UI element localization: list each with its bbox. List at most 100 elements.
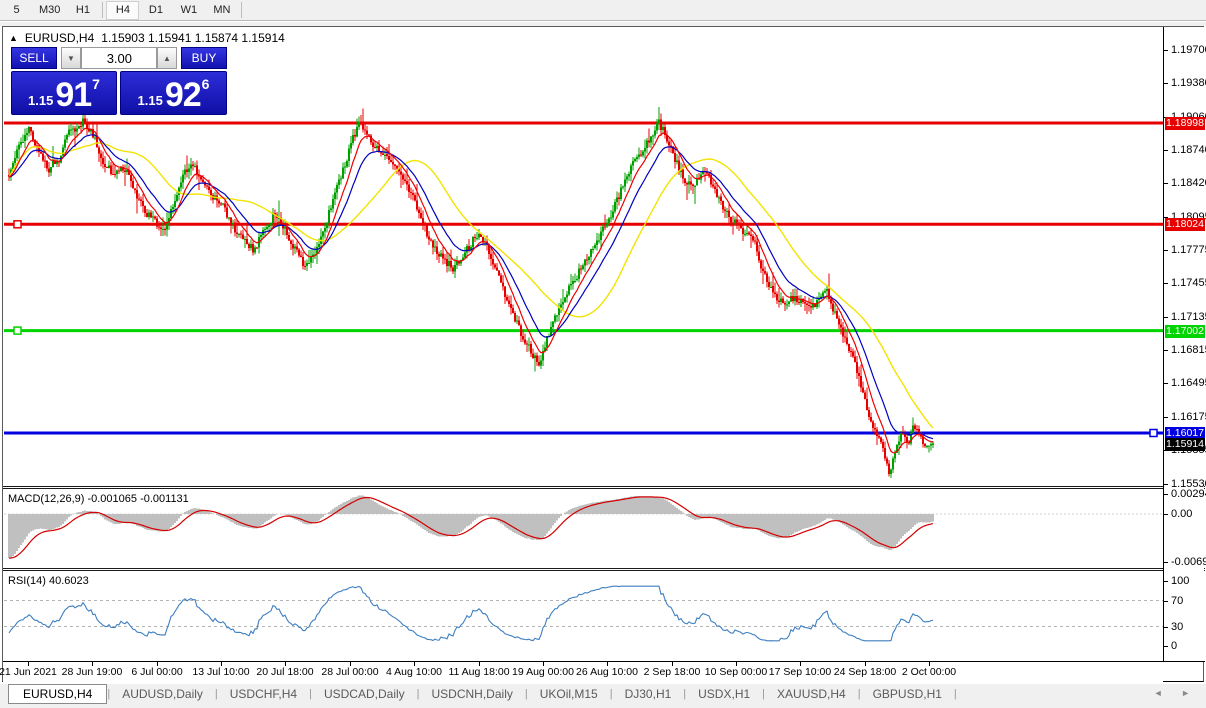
rsi-axis-tick: 70 xyxy=(1171,595,1184,607)
time-axis-label: 28 Jul 00:00 xyxy=(321,666,379,678)
tick-mark xyxy=(1164,383,1168,384)
tick-mark xyxy=(1164,627,1168,628)
mt4-terminal: 5 M30 H1 H4 D1 W1 MN ▲ EURUSD,H4 1.15903 1.159… xyxy=(0,0,1206,708)
timeframe-button-w1[interactable]: W1 xyxy=(172,1,205,20)
tick-mark xyxy=(1164,250,1168,251)
chart-collapse-icon[interactable]: ▲ xyxy=(9,33,18,43)
price-axis[interactable]: 1.197001.193801.190601.187401.184201.180… xyxy=(1163,27,1206,661)
timeframe-button-h4[interactable]: H4 xyxy=(106,0,140,20)
time-axis-label: 6 Jul 00:00 xyxy=(131,666,183,678)
macd-label: MACD(12,26,9) -0.001065 -0.001131 xyxy=(8,493,189,505)
tick-mark xyxy=(1164,50,1168,51)
tick-mark xyxy=(1164,601,1168,602)
price-axis-tick: 1.16495 xyxy=(1171,377,1206,389)
timeframe-button-m30[interactable]: M30 xyxy=(33,1,66,20)
volume-increase-button[interactable]: ▲ xyxy=(157,47,177,69)
toolbar-separator xyxy=(102,2,104,18)
timeframe-button-5[interactable]: 5 xyxy=(0,1,33,20)
tick-mark xyxy=(1164,350,1168,351)
time-axis-label: 20 Jul 18:00 xyxy=(256,666,314,678)
price-axis-tick: 1.17775 xyxy=(1171,244,1206,256)
price-line-label-1.18998: 1.18998 xyxy=(1165,117,1205,130)
tick-mark xyxy=(1164,581,1168,582)
tick-mark xyxy=(1164,646,1168,647)
buy-price-pip: 6 xyxy=(201,76,210,92)
time-axis-label: 2 Oct 00:00 xyxy=(901,666,957,678)
time-axis-label: 26 Aug 10:00 xyxy=(576,666,638,678)
chart-symbol-title: EURUSD,H4 xyxy=(24,31,95,45)
sell-price-pip: 7 xyxy=(92,76,100,92)
bottom-strip xyxy=(0,704,1206,708)
tick-mark xyxy=(1164,317,1168,318)
current-price-label: 1.15914 xyxy=(1165,438,1205,451)
buy-price-prefix: 1.15 xyxy=(137,93,163,108)
time-axis-label: 19 Aug 00:00 xyxy=(512,666,574,678)
sell-button[interactable]: SELL xyxy=(11,47,57,69)
panel-separator[interactable] xyxy=(3,568,1205,571)
tick-mark xyxy=(1164,562,1168,563)
chart-tab-audusd[interactable]: AUDUSD,Daily xyxy=(110,685,215,703)
time-axis-label: 4 Aug 10:00 xyxy=(385,666,443,678)
panel-separator[interactable] xyxy=(3,486,1205,489)
chart-tab-gbpusd[interactable]: GBPUSD,H1 xyxy=(861,685,954,703)
rsi-axis-tick: 0 xyxy=(1171,640,1178,652)
time-axis-label: 28 Jun 19:00 xyxy=(61,666,123,678)
buy-price-main: 92 xyxy=(164,76,202,114)
time-axis-label: 2 Sep 18:00 xyxy=(643,666,701,678)
chart-tab-xauusd[interactable]: XAUUSD,H4 xyxy=(765,685,858,703)
tick-mark xyxy=(1164,183,1168,184)
chart-ohlc-values: 1.15903 1.15941 1.15874 1.15914 xyxy=(101,31,285,45)
price-line-label-1.18024: 1.18024 xyxy=(1165,218,1205,231)
buy-button[interactable]: BUY xyxy=(181,47,227,69)
time-axis-label: 21 Jun 2021 xyxy=(0,666,57,678)
tab-scroll-arrows[interactable]: ◄ ► xyxy=(1154,688,1198,698)
price-line-label-1.17002: 1.17002 xyxy=(1165,325,1205,338)
time-axis[interactable]: 21 Jun 2021 28 Jun 19:00 6 Jul 00:00 13 Jul… xyxy=(0,662,1163,682)
chart-tab-dj30[interactable]: DJ30,H1 xyxy=(613,685,684,703)
price-axis-tick: 1.19380 xyxy=(1171,77,1206,89)
volume-decrease-button[interactable]: ▼ xyxy=(61,47,81,69)
tick-mark xyxy=(1164,283,1168,284)
macd-axis-tick: 0.00294 xyxy=(1171,488,1206,500)
chart-tab-usdchf[interactable]: USDCHF,H4 xyxy=(218,685,309,703)
macd-axis-tick: -0.00699 xyxy=(1171,556,1206,568)
time-axis-label: 10 Sep 00:00 xyxy=(704,666,768,678)
sell-price-main: 91 xyxy=(55,76,92,114)
tick-mark xyxy=(1164,417,1168,418)
rsi-axis-tick: 30 xyxy=(1171,621,1184,633)
one-click-trade-panel: SELL ▼ 3.00 ▲ BUY 1.15 91 7 1.15 92 6 xyxy=(11,47,227,115)
rsi-label: RSI(14) 40.6023 xyxy=(8,575,89,587)
time-axis-label: 11 Aug 18:00 xyxy=(448,666,510,678)
time-axis-border xyxy=(3,661,1205,662)
tick-mark xyxy=(1164,150,1168,151)
timeframe-button-d1[interactable]: D1 xyxy=(139,1,172,20)
macd-axis-tick: 0.00 xyxy=(1171,508,1193,520)
buy-price-box[interactable]: 1.15 92 6 xyxy=(120,71,227,115)
price-axis-tick: 1.18740 xyxy=(1171,144,1206,156)
tick-mark xyxy=(1164,514,1168,515)
time-axis-label: 17 Sep 10:00 xyxy=(768,666,832,678)
chart-tab-ukoil[interactable]: UKOil,M15 xyxy=(528,685,610,703)
tick-mark xyxy=(1164,494,1168,495)
chart-window: ▲ EURUSD,H4 1.15903 1.15941 1.15874 1.15… xyxy=(0,26,1206,682)
timeframe-button-h1[interactable]: H1 xyxy=(66,1,99,20)
chart-tab-usdx[interactable]: USDX,H1 xyxy=(686,685,762,703)
chart-tab-usdcad[interactable]: USDCAD,Daily xyxy=(312,685,417,703)
timeframe-toolbar: 5 M30 H1 H4 D1 W1 MN xyxy=(0,0,1206,21)
toolbar-separator xyxy=(241,2,243,18)
price-axis-tick: 1.16815 xyxy=(1171,344,1206,356)
price-axis-tick: 1.19700 xyxy=(1171,44,1206,56)
chart-tab-bar: EURUSD,H4 | AUDUSD,Daily | USDCHF,H4 | USDCAD,… xyxy=(0,683,1206,704)
sell-price-box[interactable]: 1.15 91 7 xyxy=(11,71,117,115)
tab-separator: | xyxy=(953,688,957,700)
rsi-axis-tick: 100 xyxy=(1171,575,1190,587)
time-axis-label: 24 Sep 18:00 xyxy=(833,666,897,678)
chart-header: ▲ EURUSD,H4 1.15903 1.15941 1.15874 1.15… xyxy=(9,30,285,46)
volume-input[interactable]: 3.00 xyxy=(81,47,157,69)
tick-mark xyxy=(1164,484,1168,485)
chart-tab-usdcnh[interactable]: USDCNH,Daily xyxy=(420,685,525,703)
chart-tab-eurusd[interactable]: EURUSD,H4 xyxy=(8,684,108,704)
timeframe-button-mn[interactable]: MN xyxy=(205,1,238,20)
price-axis-tick: 1.18420 xyxy=(1171,177,1206,189)
price-axis-tick: 1.17135 xyxy=(1171,311,1206,323)
